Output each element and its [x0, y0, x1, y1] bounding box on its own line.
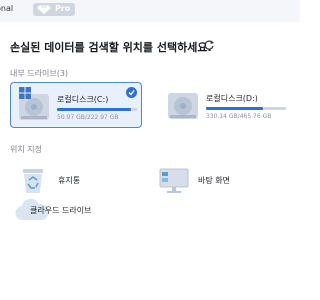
usage-bar-fill: [206, 107, 263, 110]
desktop-icon: [159, 168, 189, 193]
windows-logo-icon: [19, 87, 31, 99]
pro-badge[interactable]: Pro: [33, 3, 75, 16]
hard-drive-icon: [168, 93, 198, 119]
location-label: 바탕 화면: [198, 176, 230, 185]
diamond-icon: [37, 5, 51, 14]
drive-name: 로컬디스크(C:): [57, 95, 109, 104]
page-title: 손실된 데이터를 검색할 위치를 선택하세요.: [10, 41, 212, 54]
pro-badge-label: Pro: [55, 4, 71, 13]
drive-size: 50.97 GB/222.97 GB: [57, 114, 119, 121]
recycle-bin-icon: [23, 169, 43, 193]
location-label: 휴지통: [58, 176, 81, 185]
top-bar: onal Pro: [0, 0, 300, 22]
drive-card-c[interactable]: 로컬디스크(C:) 50.97 GB/222.97 GB: [10, 82, 142, 128]
drive-card-d[interactable]: 로컬디스크(D:) 330.14 GB/465.76 GB: [160, 82, 292, 128]
drive-size: 330.14 GB/465.76 GB: [206, 113, 272, 120]
usage-bar-fill: [57, 108, 132, 111]
location-label: 클라우드 드라이브: [30, 206, 92, 215]
drive-name: 로컬디스크(D:): [206, 94, 258, 103]
location-cloud-drive[interactable]: 클라우드 드라이브: [14, 196, 144, 230]
edition-label: onal: [0, 4, 14, 13]
usage-bar: [57, 108, 137, 111]
location-desktop[interactable]: 바탕 화면: [158, 166, 278, 200]
usage-bar: [206, 107, 286, 110]
selected-check-icon: [126, 87, 137, 98]
location-recycle-bin[interactable]: 휴지통: [20, 166, 130, 200]
internal-drives-label: 내부 드라이브(3): [10, 69, 69, 78]
refresh-icon[interactable]: [203, 39, 215, 51]
locations-label: 위치 지정: [10, 145, 42, 154]
